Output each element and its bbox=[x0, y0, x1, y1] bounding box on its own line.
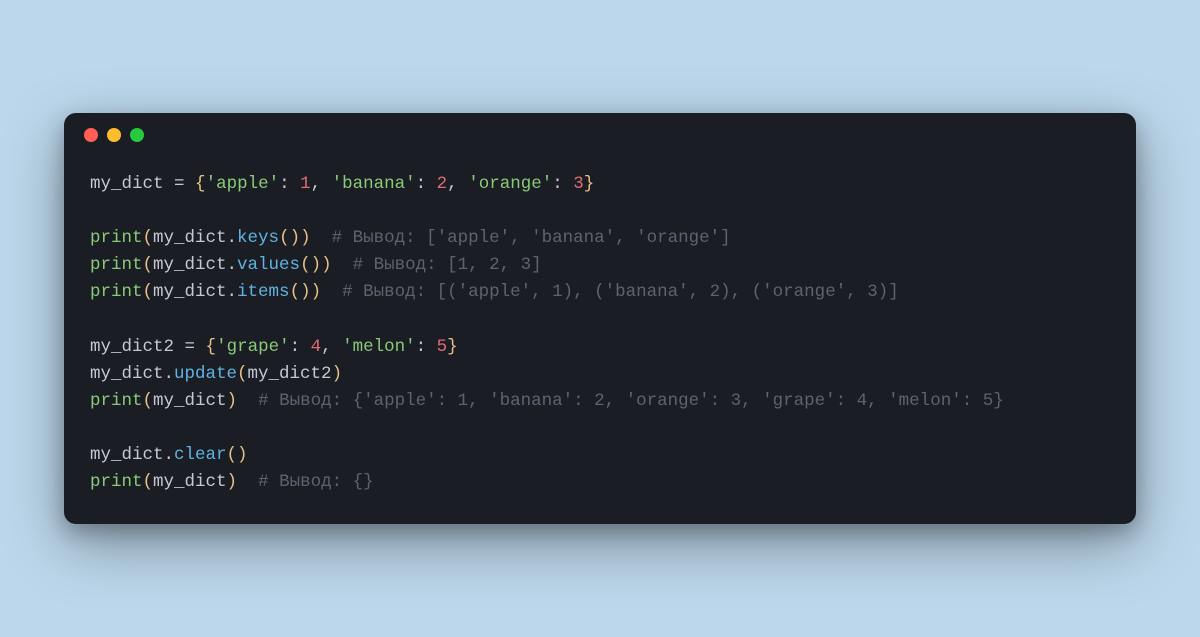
code-line: my_dict = {'apple': 1, 'banana': 2, 'ora… bbox=[90, 171, 1110, 198]
code-token: my_dict bbox=[153, 472, 227, 492]
code-token: () bbox=[227, 445, 248, 465]
code-token: ) bbox=[300, 228, 311, 248]
code-line: my_dict.clear() bbox=[90, 442, 1110, 469]
code-token: my_dict bbox=[90, 174, 174, 194]
code-token: 'banana' bbox=[332, 174, 416, 194]
code-line: print(my_dict) # Вывод: {'apple': 1, 'ba… bbox=[90, 388, 1110, 415]
code-token: ) bbox=[321, 255, 332, 275]
code-line: print(my_dict) # Вывод: {} bbox=[90, 469, 1110, 496]
code-token: ) bbox=[227, 472, 238, 492]
code-token: ) bbox=[332, 364, 343, 384]
code-token bbox=[321, 282, 342, 302]
code-token: my_dict bbox=[153, 391, 227, 411]
code-token: my_dict2 bbox=[90, 337, 185, 357]
code-token: ( bbox=[143, 282, 154, 302]
code-line bbox=[90, 306, 1110, 333]
code-token: 'apple' bbox=[206, 174, 280, 194]
code-token: 'grape' bbox=[216, 337, 290, 357]
code-token: 1 bbox=[300, 174, 311, 194]
code-content: my_dict = {'apple': 1, 'banana': 2, 'ora… bbox=[64, 157, 1136, 525]
code-token bbox=[237, 472, 258, 492]
code-line bbox=[90, 415, 1110, 442]
code-line: print(my_dict.items()) # Вывод: [('apple… bbox=[90, 279, 1110, 306]
code-token: , bbox=[447, 174, 468, 194]
code-token: ) bbox=[227, 391, 238, 411]
code-token: # Вывод: [('apple', 1), ('banana', 2), (… bbox=[342, 282, 899, 302]
window-titlebar bbox=[64, 113, 1136, 157]
code-token: : bbox=[279, 174, 300, 194]
code-token: = bbox=[174, 174, 185, 194]
code-token: 4 bbox=[311, 337, 322, 357]
code-token: my_dict. bbox=[90, 445, 174, 465]
code-token: = bbox=[185, 337, 196, 357]
minimize-icon[interactable] bbox=[107, 128, 121, 142]
code-window: my_dict = {'apple': 1, 'banana': 2, 'ora… bbox=[64, 113, 1136, 525]
code-token: ( bbox=[143, 391, 154, 411]
code-token: keys bbox=[237, 228, 279, 248]
code-token: 'melon' bbox=[342, 337, 416, 357]
code-token: : bbox=[290, 337, 311, 357]
code-token: } bbox=[447, 337, 458, 357]
code-token: , bbox=[321, 337, 342, 357]
code-token: 5 bbox=[437, 337, 448, 357]
code-token: # Вывод: {} bbox=[258, 472, 374, 492]
code-token bbox=[332, 255, 353, 275]
code-token: 2 bbox=[437, 174, 448, 194]
code-token: : bbox=[552, 174, 573, 194]
code-token: ( bbox=[237, 364, 248, 384]
code-token: { bbox=[206, 337, 217, 357]
code-token: clear bbox=[174, 445, 227, 465]
code-token: items bbox=[237, 282, 290, 302]
code-token bbox=[311, 228, 332, 248]
code-token: ) bbox=[311, 282, 322, 302]
code-line: my_dict2 = {'grape': 4, 'melon': 5} bbox=[90, 334, 1110, 361]
code-token: # Вывод: ['apple', 'banana', 'orange'] bbox=[332, 228, 731, 248]
code-token bbox=[185, 174, 196, 194]
code-token: () bbox=[290, 282, 311, 302]
code-token: print bbox=[90, 472, 143, 492]
code-token: my_dict. bbox=[153, 228, 237, 248]
code-token bbox=[195, 337, 206, 357]
code-token: my_dict2 bbox=[248, 364, 332, 384]
code-line bbox=[90, 198, 1110, 225]
code-token: 3 bbox=[573, 174, 584, 194]
code-token: # Вывод: [1, 2, 3] bbox=[353, 255, 542, 275]
close-icon[interactable] bbox=[84, 128, 98, 142]
code-token: my_dict. bbox=[153, 255, 237, 275]
code-token: } bbox=[584, 174, 595, 194]
maximize-icon[interactable] bbox=[130, 128, 144, 142]
code-token: 'orange' bbox=[468, 174, 552, 194]
code-token: print bbox=[90, 255, 143, 275]
code-line: my_dict.update(my_dict2) bbox=[90, 361, 1110, 388]
code-token: my_dict. bbox=[153, 282, 237, 302]
code-token: print bbox=[90, 228, 143, 248]
code-token bbox=[237, 391, 258, 411]
code-line: print(my_dict.keys()) # Вывод: ['apple',… bbox=[90, 225, 1110, 252]
code-token: ( bbox=[143, 255, 154, 275]
code-token: update bbox=[174, 364, 237, 384]
code-token: { bbox=[195, 174, 206, 194]
code-line: print(my_dict.values()) # Вывод: [1, 2, … bbox=[90, 252, 1110, 279]
code-token: my_dict. bbox=[90, 364, 174, 384]
code-token: : bbox=[416, 337, 437, 357]
code-token: print bbox=[90, 282, 143, 302]
code-token: values bbox=[237, 255, 300, 275]
code-token: print bbox=[90, 391, 143, 411]
code-token: () bbox=[279, 228, 300, 248]
code-token: ( bbox=[143, 228, 154, 248]
code-token: : bbox=[416, 174, 437, 194]
code-token: # Вывод: {'apple': 1, 'banana': 2, 'oran… bbox=[258, 391, 1004, 411]
code-token: () bbox=[300, 255, 321, 275]
code-token: ( bbox=[143, 472, 154, 492]
code-token: , bbox=[311, 174, 332, 194]
